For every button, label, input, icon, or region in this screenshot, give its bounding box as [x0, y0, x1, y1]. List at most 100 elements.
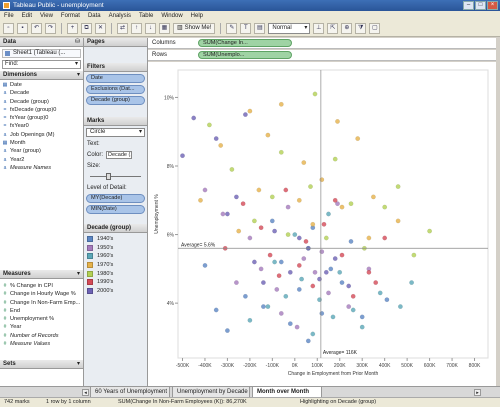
data-point [370, 194, 376, 200]
menu-format[interactable]: Format [61, 11, 80, 21]
data-point [276, 273, 282, 279]
measure-field[interactable]: # Change in Hourly Wage % [2, 290, 83, 298]
pages-shelf[interactable] [84, 47, 147, 63]
show-me-button[interactable]: ▥ Show Me! [173, 23, 216, 34]
marks-text-row[interactable]: Text: [87, 139, 144, 148]
menu-analysis[interactable]: Analysis [109, 11, 131, 21]
scatter-plot-view[interactable]: -500K -400K -300K -200K -100K 0K 100K 200K 300K 4… [148, 62, 496, 394]
marks-color-row: Color:Decade (... [87, 150, 144, 159]
legend-item[interactable]: 1960's [87, 252, 144, 261]
menu-data[interactable]: Data [88, 11, 101, 21]
legend-label: 1970's [97, 262, 114, 269]
filter-pill[interactable]: Exclusions (Dat... [86, 85, 145, 94]
legend-item[interactable]: 1950's [87, 244, 144, 253]
measure-field[interactable]: # Number of Records [2, 332, 83, 340]
slider-thumb[interactable] [106, 173, 111, 180]
data-point [198, 197, 203, 203]
fit-select[interactable]: Normal [268, 23, 311, 34]
rows-shelf[interactable]: Rows SUM(Unemplo... [148, 50, 496, 61]
legend-item[interactable]: 1940's [87, 235, 144, 244]
sort-desc-icon[interactable]: ↓ [145, 23, 156, 34]
calendar-icon: ▦ [2, 82, 8, 88]
presentation-icon[interactable]: ▢ [369, 23, 381, 34]
dimension-field[interactable]: a Decade [2, 89, 83, 97]
save-icon[interactable]: ▪ [17, 23, 28, 34]
menu-help[interactable]: Help [191, 11, 203, 21]
measure-field[interactable]: # Year [2, 323, 83, 331]
chevron-down-icon[interactable]: ▾ [77, 71, 80, 80]
dimension-field[interactable]: = fxYear (group)0 [2, 114, 83, 122]
filters-shelf[interactable]: Date Exclusions (Dat... Decade (group) [84, 74, 147, 105]
new-sheet-icon[interactable]: + [67, 23, 78, 34]
duplicate-icon[interactable]: ⧉ [81, 23, 92, 34]
clear-icon[interactable]: ✕ [95, 23, 106, 34]
lod-pill[interactable]: MY(Decade) [86, 194, 145, 203]
swap-icon[interactable]: ⇄ [117, 23, 128, 34]
lod-pill[interactable]: MIN(Date) [86, 205, 145, 214]
filter-pill[interactable]: Decade (group) [86, 96, 145, 105]
lod-shelf[interactable]: MY(Decade) MIN(Date) [84, 194, 147, 214]
menu-file[interactable]: File [4, 11, 14, 21]
size-slider[interactable] [90, 173, 141, 180]
dimension-field[interactable]: a Measure Names [2, 164, 83, 172]
data-point [294, 324, 300, 330]
database-icon[interactable]: ⛁ [75, 38, 80, 47]
pointer-icon[interactable]: ⇱ [327, 23, 339, 34]
find-field[interactable]: Find: [2, 60, 81, 69]
menu-edit[interactable]: Edit [22, 11, 32, 21]
format-icon[interactable]: ▤ [254, 23, 266, 34]
data-point [202, 262, 208, 268]
columns-shelf[interactable]: Columns SUM(Change In... [148, 38, 496, 49]
columns-pill[interactable]: SUM(Change In... [198, 39, 292, 47]
data-source-item[interactable]: Sheet1 (Tableau (... [2, 49, 81, 58]
legend-item[interactable]: 2000's [87, 287, 144, 296]
filter-icon[interactable]: ⧩ [355, 23, 367, 34]
measure-field[interactable]: #% Change in CPI [2, 282, 83, 290]
color-field-box[interactable]: Decade (... [106, 150, 133, 159]
menu-view[interactable]: View [40, 11, 53, 21]
rows-pill[interactable]: SUM(Unemplo... [198, 51, 292, 59]
data-point [191, 115, 197, 121]
legend-item[interactable]: 1980's [87, 269, 144, 278]
legend-item[interactable]: 1990's [87, 278, 144, 287]
axis-icon[interactable]: ⊥ [313, 23, 325, 34]
dimension-field[interactable]: a Decade (group) [2, 98, 83, 106]
scatter-chart[interactable]: -500K -400K -300K -200K -100K 0K 100K 200K 300K 4… [148, 62, 496, 386]
menu-window[interactable]: Window [161, 11, 182, 21]
measure-field[interactable]: # End [2, 307, 83, 315]
dimension-field[interactable]: a Job Openings (M) [2, 131, 83, 139]
measures-header: Measures ▾ [0, 270, 83, 279]
measure-field[interactable]: # Unemployment % [2, 315, 83, 323]
dimension-field[interactable]: a Year (group) [2, 147, 83, 155]
minimize-icon[interactable]: – [463, 1, 474, 10]
new-icon[interactable]: ▫ [3, 23, 14, 34]
measure-field[interactable]: # Measure Values [2, 340, 83, 348]
highlight-icon[interactable]: ✎ [226, 23, 238, 34]
tab-scroll-left-icon[interactable]: ◂ [82, 389, 89, 396]
filter-pill[interactable]: Date [86, 74, 145, 83]
chevron-down-icon[interactable]: ▾ [77, 270, 80, 279]
undo-icon[interactable]: ↶ [31, 23, 42, 34]
dimension-field[interactable]: = fxYear0 [2, 122, 83, 130]
zoom-icon[interactable]: ⊕ [341, 23, 353, 34]
label-icon[interactable]: T [240, 23, 252, 34]
measure-field[interactable]: # Change In Non-Farm Emp... [2, 299, 83, 307]
group-icon[interactable]: ▦ [159, 23, 170, 34]
close-icon[interactable]: × [487, 1, 498, 10]
dimension-field[interactable]: = fxDecade (group)0 [2, 106, 83, 114]
dimension-field[interactable]: a Year2 [2, 156, 83, 164]
dimension-field[interactable]: ▦ Date [2, 81, 83, 89]
calc-icon: = [3, 115, 7, 122]
dimension-field[interactable]: ▦ Month [2, 139, 83, 147]
mark-type-select[interactable]: Circle [86, 128, 145, 137]
dimension-field-label: Month [10, 140, 26, 147]
data-point [247, 235, 253, 241]
menu-table[interactable]: Table [139, 11, 153, 21]
chevron-down-icon[interactable]: ▾ [77, 360, 80, 369]
tab-scroll-right-icon[interactable]: ▸ [474, 389, 481, 396]
sort-asc-icon[interactable]: ↑ [131, 23, 142, 34]
maximize-icon[interactable]: □ [475, 1, 486, 10]
data-point [382, 204, 388, 210]
redo-icon[interactable]: ↷ [45, 23, 56, 34]
legend-item[interactable]: 1970's [87, 261, 144, 270]
